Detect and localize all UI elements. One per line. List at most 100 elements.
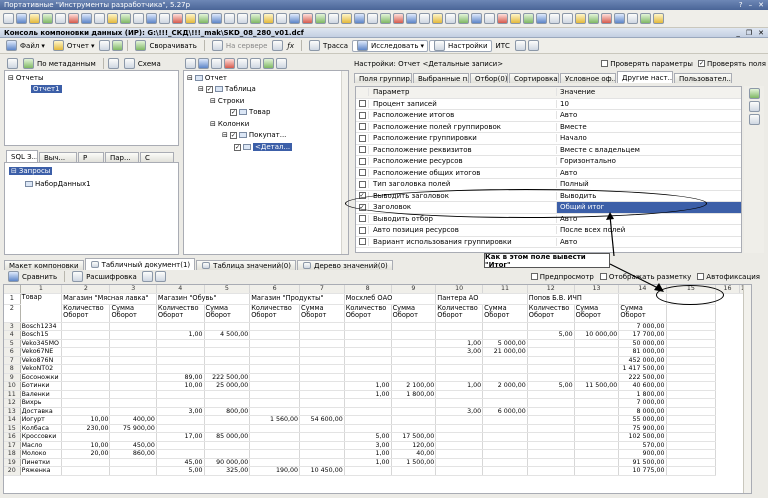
value-cell[interactable] bbox=[204, 364, 251, 374]
value-cell[interactable]: 5,00 bbox=[527, 330, 575, 340]
tree-node-queries[interactable]: ⊟ Запросы bbox=[9, 167, 53, 175]
value-cell[interactable] bbox=[109, 390, 157, 399]
toolbar-icon-22[interactable] bbox=[276, 13, 287, 24]
value-cell[interactable] bbox=[574, 458, 620, 467]
row-checkbox[interactable] bbox=[358, 180, 366, 188]
up-icon[interactable] bbox=[237, 58, 248, 69]
value-cell[interactable] bbox=[249, 390, 301, 399]
toolbar-icon-47[interactable] bbox=[601, 13, 612, 24]
tab-sql[interactable]: SQL З... bbox=[6, 150, 38, 162]
row-number[interactable]: 10 bbox=[4, 381, 21, 391]
tab-value-table[interactable]: Таблица значений(0) bbox=[196, 260, 296, 270]
toolbar-icon-3[interactable] bbox=[29, 13, 40, 24]
value-cell[interactable] bbox=[435, 373, 484, 382]
value-cell[interactable] bbox=[249, 424, 301, 433]
toolbar-icon-46[interactable] bbox=[588, 13, 599, 24]
value-cell[interactable] bbox=[249, 339, 301, 348]
toolbar-icon-23[interactable] bbox=[289, 13, 300, 24]
row-checkbox[interactable] bbox=[358, 146, 366, 154]
value-cell[interactable] bbox=[527, 458, 575, 467]
tree-node-buyer[interactable]: ⊟ ✓ Покупат... bbox=[222, 131, 286, 139]
value-cell[interactable]: 45,00 bbox=[156, 458, 205, 467]
value-cell[interactable] bbox=[61, 407, 111, 416]
value-cell[interactable] bbox=[574, 356, 620, 365]
value-cell[interactable] bbox=[299, 407, 345, 416]
value-cell[interactable] bbox=[61, 356, 111, 365]
value-cell[interactable]: 75 900,00 bbox=[618, 424, 667, 433]
value-cell[interactable] bbox=[482, 449, 528, 459]
value-cell[interactable]: 800,00 bbox=[204, 407, 251, 416]
value-cell[interactable] bbox=[482, 356, 528, 365]
tree-node-reports[interactable]: ⊟ Отчеты bbox=[8, 74, 44, 82]
value-cell[interactable]: 1,00 bbox=[344, 381, 392, 391]
value-cell[interactable]: 325,00 bbox=[204, 466, 251, 476]
value-cell[interactable]: 5,00 bbox=[156, 466, 205, 476]
value-cell[interactable]: 75 900,00 bbox=[109, 424, 157, 433]
product-cell[interactable]: Ряженка bbox=[20, 466, 63, 476]
value-cell[interactable] bbox=[344, 364, 392, 374]
toolbar-icon-14[interactable] bbox=[172, 13, 183, 24]
settings-row[interactable]: Расположение общих итогов Авто bbox=[356, 168, 741, 179]
value-cell[interactable]: 7 000,00 bbox=[618, 322, 667, 331]
value-cell[interactable] bbox=[249, 458, 301, 467]
value-cell[interactable] bbox=[344, 415, 392, 425]
value-cell[interactable] bbox=[527, 390, 575, 399]
toolbar-icon-37[interactable] bbox=[471, 13, 482, 24]
close-button[interactable]: ✕ bbox=[758, 1, 764, 9]
doc-minimize-button[interactable]: _ bbox=[736, 29, 740, 37]
row-number[interactable]: 17 bbox=[4, 441, 21, 450]
toolbar-icon-36[interactable] bbox=[458, 13, 469, 24]
value-cell[interactable]: 5,00 bbox=[344, 432, 392, 442]
value-cell[interactable] bbox=[391, 322, 437, 331]
value-cell[interactable]: 17 700,00 bbox=[618, 330, 667, 340]
empty-cell[interactable] bbox=[666, 424, 717, 433]
value-cell[interactable] bbox=[61, 466, 111, 476]
value-cell[interactable] bbox=[249, 364, 301, 374]
toolbar-icon-41[interactable] bbox=[523, 13, 534, 24]
value-cell[interactable] bbox=[156, 398, 205, 408]
row-checkbox[interactable] bbox=[358, 215, 366, 223]
toolbar-icon-7[interactable] bbox=[81, 13, 92, 24]
compare-button[interactable]: Сравнить bbox=[4, 271, 60, 283]
run-icon[interactable] bbox=[112, 40, 124, 51]
settings-row[interactable]: Авто позиция ресурсов После всех полей bbox=[356, 225, 741, 237]
value-cell[interactable] bbox=[482, 441, 528, 450]
settings-row[interactable]: Расположение ресурсов Горизонтально bbox=[356, 156, 741, 168]
row-number[interactable]: 6 bbox=[4, 347, 21, 357]
value-cell[interactable] bbox=[156, 415, 205, 425]
pencil-icon[interactable] bbox=[749, 88, 760, 99]
toolbar-icon-8[interactable] bbox=[94, 13, 105, 24]
settings-icon[interactable] bbox=[272, 40, 284, 51]
value-cell[interactable] bbox=[109, 466, 157, 476]
copy-icon[interactable] bbox=[527, 40, 539, 51]
settings-tab-5[interactable]: Условное оф... bbox=[560, 73, 616, 83]
value-cell[interactable] bbox=[391, 347, 437, 357]
value-cell[interactable] bbox=[299, 432, 345, 442]
value-cell[interactable] bbox=[299, 390, 345, 399]
row-checkbox[interactable] bbox=[358, 134, 366, 142]
value-cell[interactable] bbox=[435, 415, 484, 425]
qty-header[interactable]: Количество Оборот bbox=[61, 304, 111, 323]
value-cell[interactable] bbox=[344, 466, 392, 476]
value-cell[interactable] bbox=[344, 398, 392, 408]
value-cell[interactable] bbox=[249, 373, 301, 382]
value-cell[interactable] bbox=[204, 322, 251, 331]
settings-button[interactable]: Настройки bbox=[428, 39, 492, 52]
value-cell[interactable]: 10 450,00 bbox=[299, 466, 345, 476]
check-params-checkbox[interactable] bbox=[601, 60, 609, 67]
empty-cell[interactable] bbox=[666, 322, 717, 331]
row-checkbox[interactable] bbox=[358, 157, 366, 165]
sum-header[interactable]: Сумма Оборот bbox=[574, 304, 620, 323]
param-value[interactable]: Начало bbox=[556, 134, 741, 143]
row-number[interactable]: 18 bbox=[4, 449, 21, 459]
value-cell[interactable] bbox=[482, 458, 528, 467]
decode-button[interactable]: Расшифровка bbox=[68, 271, 140, 283]
tab-settings-c[interactable]: С bbox=[140, 152, 174, 162]
toolbar-icon-4[interactable] bbox=[42, 13, 53, 24]
row-number[interactable]: 14 bbox=[4, 415, 21, 425]
compose-button[interactable]: Сворачивать bbox=[131, 40, 199, 52]
value-cell[interactable] bbox=[249, 330, 301, 340]
param-value[interactable]: Авто bbox=[556, 168, 741, 177]
help-button[interactable]: ? bbox=[739, 1, 743, 9]
product-cell[interactable]: Bosch15 bbox=[20, 330, 63, 340]
